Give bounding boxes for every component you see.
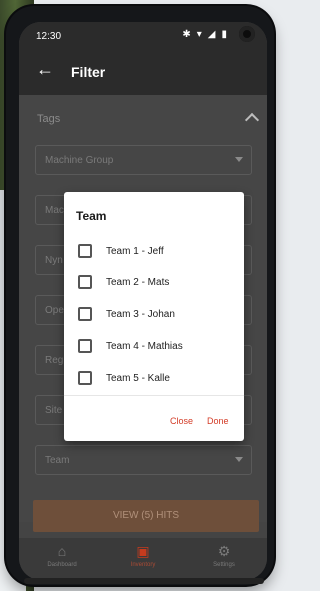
bottom-nav: ⌂ Dashboard ▣ Inventory ⚙ Settings (19, 538, 267, 580)
checkbox[interactable] (78, 339, 92, 353)
dashboard-icon: ⌂ (57, 543, 67, 559)
team-option[interactable]: Team 2 - Mats (78, 275, 234, 293)
field-label: Mac (45, 205, 64, 216)
page-title: Filter (71, 64, 106, 80)
team-option[interactable]: Team 3 - Johan (78, 307, 234, 325)
field-label: Ope (45, 305, 64, 316)
field-label: Team (45, 455, 70, 466)
checkbox[interactable] (78, 307, 92, 321)
checkbox[interactable] (78, 244, 92, 258)
checkbox[interactable] (78, 275, 92, 289)
status-bar: 12:30 ✱ ▾ ◢ ▮ (19, 22, 267, 48)
wifi-icon: ▾ (196, 29, 202, 40)
team-option[interactable]: Team 1 - Jeff (78, 244, 234, 262)
nav-settings[interactable]: ⚙ Settings (189, 543, 259, 568)
option-label: Team 1 - Jeff (106, 246, 164, 257)
tags-section-label: Tags (37, 113, 61, 125)
status-icons: ✱ ▾ ◢ ▮ (182, 29, 227, 40)
signal-icon: ◢ (207, 29, 216, 40)
field-label: Nyn (45, 255, 63, 266)
option-label: Team 2 - Mats (106, 277, 170, 288)
team-select[interactable]: Team (35, 445, 252, 475)
chevron-up-icon (244, 112, 260, 128)
status-time: 12:30 (36, 31, 62, 42)
camera-cutout (239, 26, 255, 42)
done-button[interactable]: Done (207, 416, 229, 426)
view-hits-button[interactable]: VIEW (5) HITS (33, 500, 259, 532)
close-button[interactable]: Close (170, 416, 193, 426)
dialog-divider (64, 395, 244, 396)
field-label: Site (45, 405, 63, 416)
nav-label: Dashboard (47, 562, 77, 568)
dialog-title: Team (76, 209, 107, 223)
option-label: Team 5 - Kalle (106, 373, 170, 384)
team-dialog: Team Team 1 - Jeff Team 2 - Mats Team 3 … (64, 192, 244, 441)
team-option[interactable]: Team 5 - Kalle (78, 371, 234, 389)
machine-group-select[interactable]: Machine Group (35, 145, 252, 175)
dropdown-arrow-icon (235, 157, 243, 162)
nav-label: Settings (213, 562, 235, 568)
dropdown-arrow-icon (235, 457, 243, 462)
checkbox[interactable] (78, 371, 92, 385)
tags-section-header[interactable]: Tags (37, 112, 261, 133)
phone-frame: 12:30 ✱ ▾ ◢ ▮ ← Filter Tags Machine Grou… (6, 6, 274, 585)
screen: 12:30 ✱ ▾ ◢ ▮ ← Filter Tags Machine Grou… (19, 22, 267, 580)
back-arrow-icon[interactable]: ← (36, 60, 54, 78)
inventory-icon: ▣ (136, 543, 150, 559)
field-label: Machine Group (45, 155, 114, 166)
settings-icon: ⚙ (217, 543, 231, 559)
field-label: Reg (45, 355, 64, 366)
nav-label: Inventory (130, 562, 156, 568)
nav-inventory[interactable]: ▣ Inventory (108, 543, 178, 568)
team-option[interactable]: Team 4 - Mathias (78, 339, 234, 357)
option-label: Team 4 - Mathias (106, 341, 183, 352)
option-label: Team 3 - Johan (106, 309, 175, 320)
bluetooth-icon: ✱ (182, 29, 191, 40)
nav-dashboard[interactable]: ⌂ Dashboard (27, 543, 97, 568)
app-bar: ← Filter (19, 48, 267, 95)
battery-icon: ▮ (221, 29, 227, 40)
phone-bottom-edge (24, 578, 264, 584)
